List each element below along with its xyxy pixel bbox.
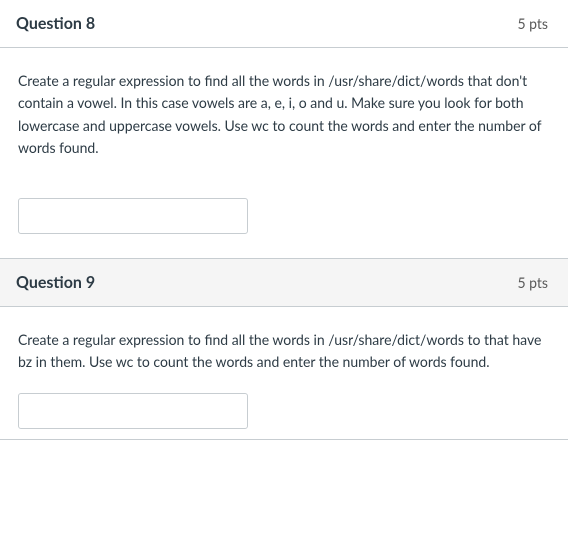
question-8-header: Question 8 5 pts — [0, 0, 568, 48]
question-9-title: Question 9 — [16, 273, 95, 292]
question-9-points: 5 pts — [517, 274, 548, 291]
question-9-body: Create a regular expression to find all … — [0, 307, 568, 440]
question-8-points: 5 pts — [517, 15, 548, 32]
question-9-answer-input[interactable] — [18, 393, 248, 429]
question-8-title: Question 8 — [16, 14, 95, 33]
question-9-block: Question 9 5 pts Create a regular expres… — [0, 259, 568, 441]
question-8-block: Question 8 5 pts Create a regular expres… — [0, 0, 568, 259]
question-9-prompt: Create a regular expression to find all … — [18, 329, 550, 374]
question-8-body: Create a regular expression to find all … — [0, 48, 568, 258]
question-9-header: Question 9 5 pts — [0, 259, 568, 307]
question-8-answer-input[interactable] — [18, 198, 248, 234]
question-8-prompt: Create a regular expression to find all … — [18, 70, 550, 160]
